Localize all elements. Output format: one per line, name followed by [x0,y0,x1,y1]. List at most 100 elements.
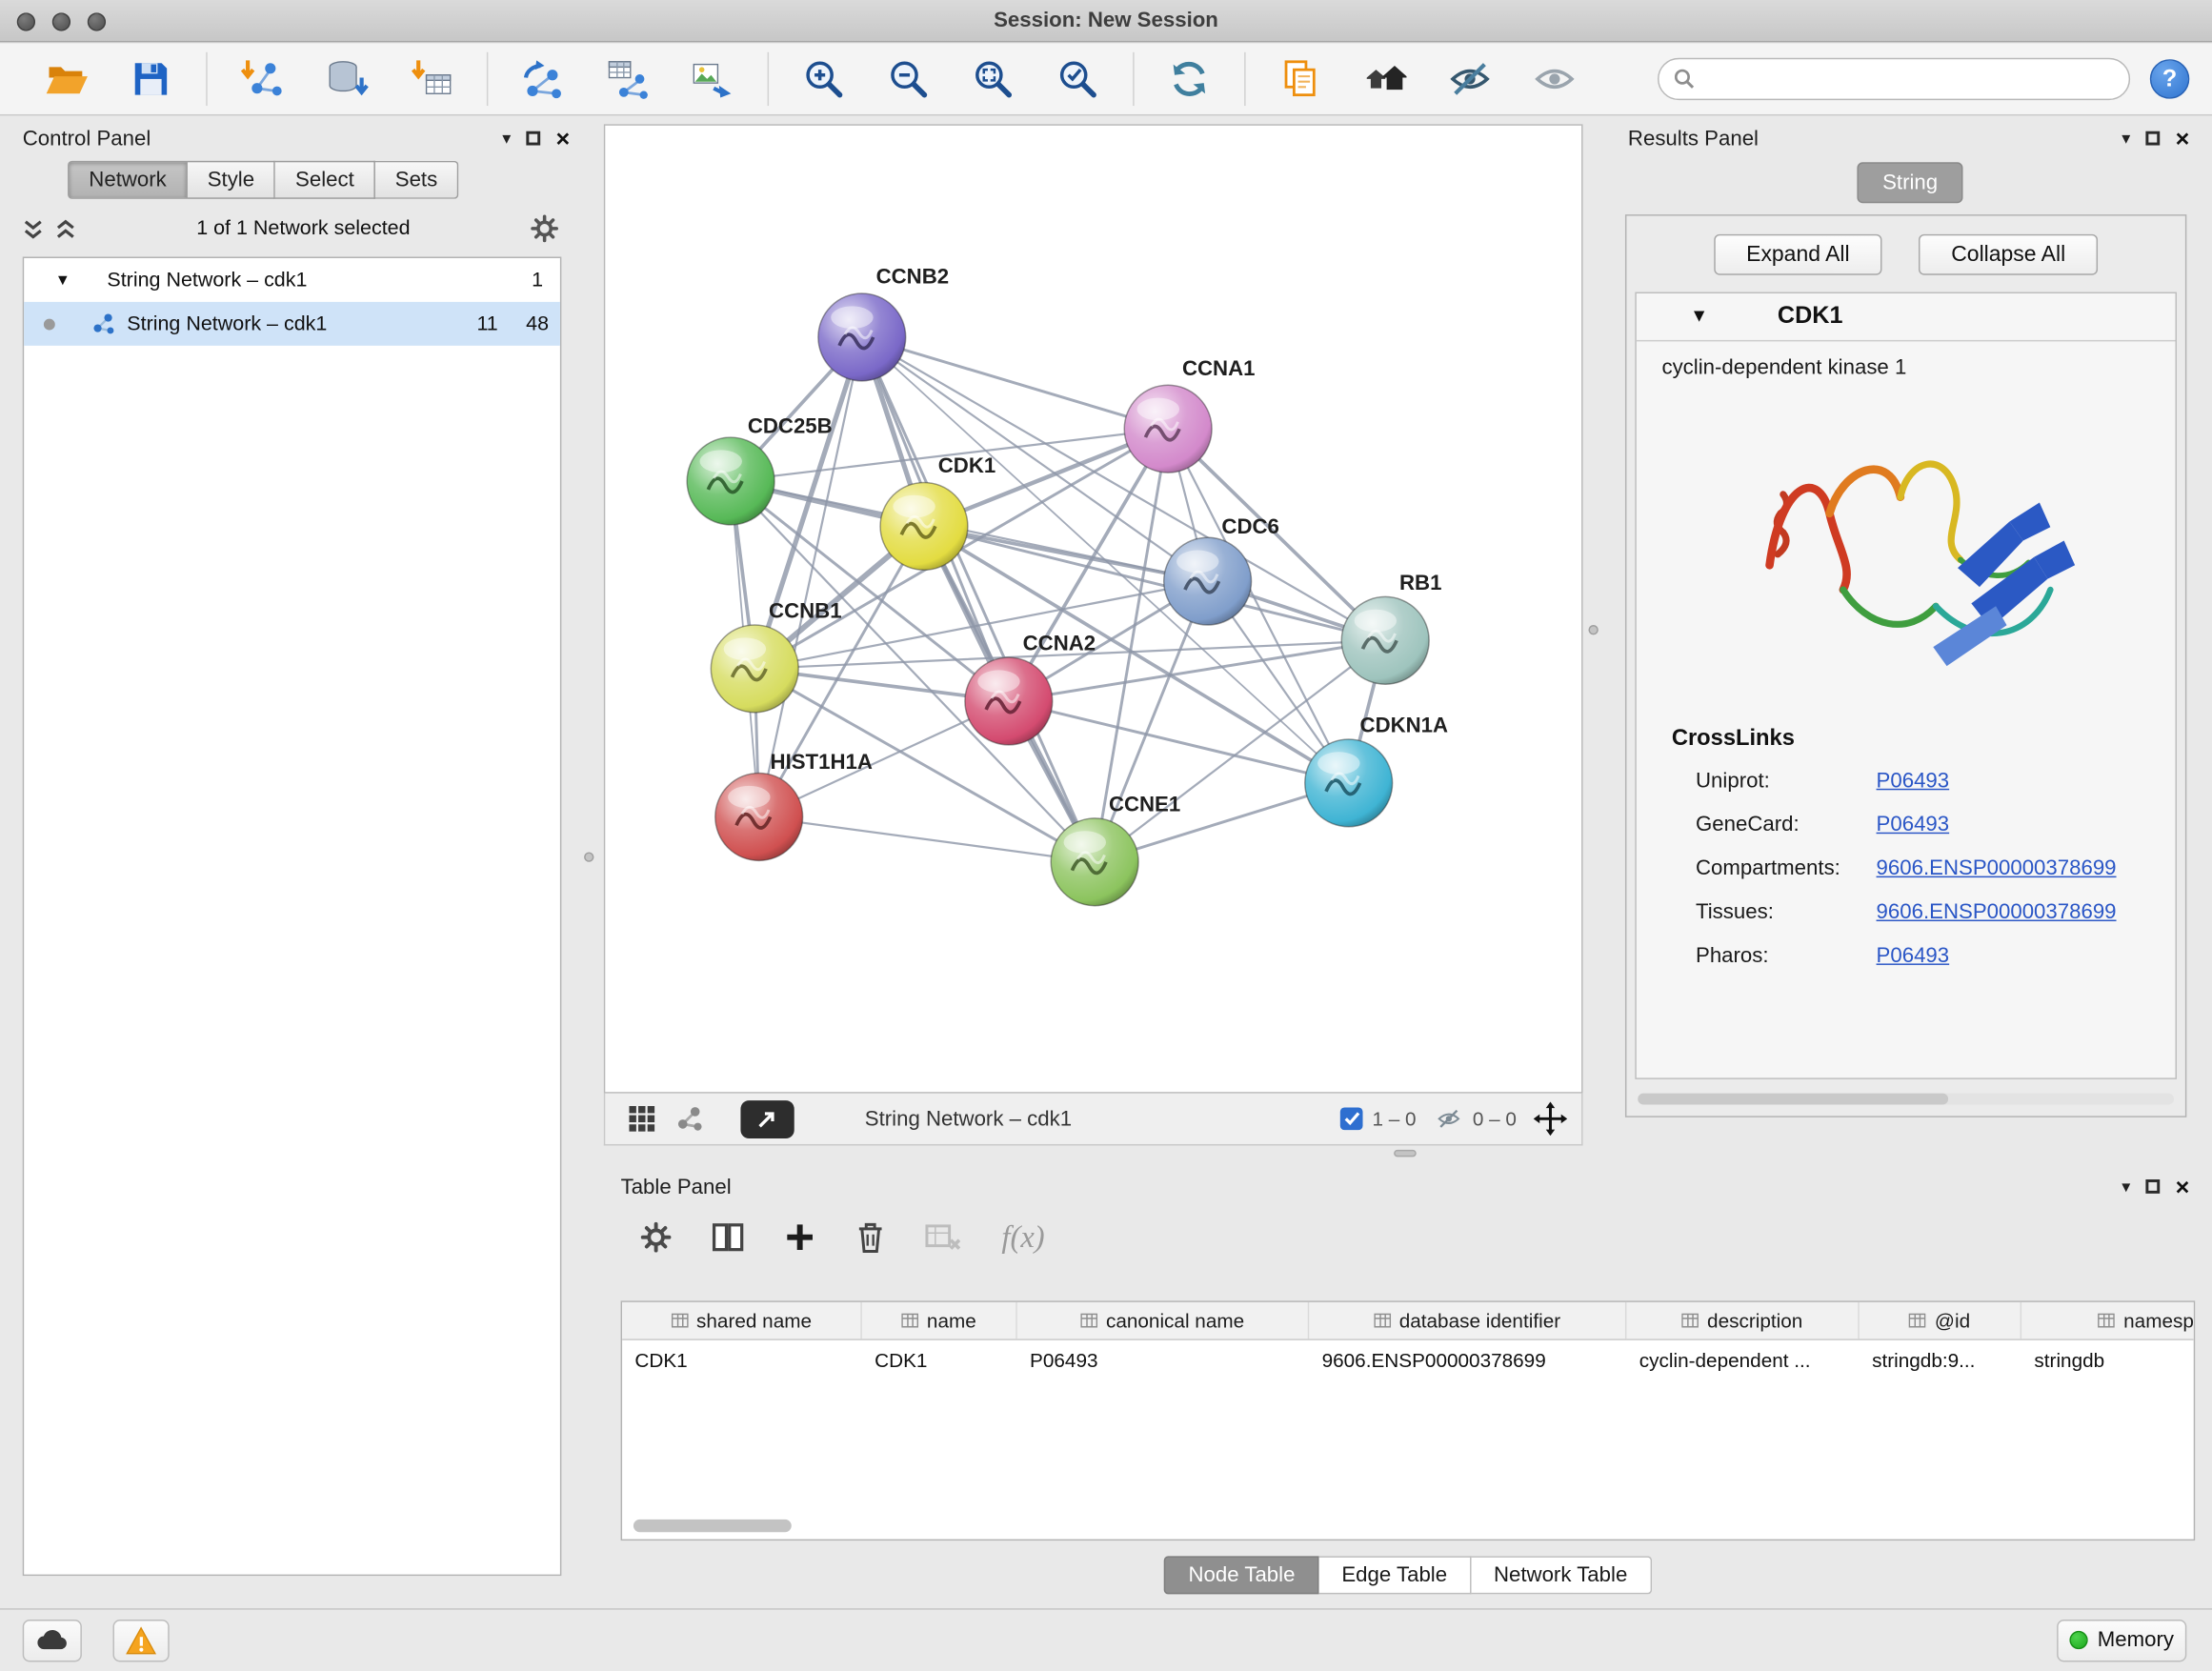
left-splitter-handle[interactable] [584,852,593,861]
home-view-button[interactable] [1352,48,1419,110]
zoom-fit-button[interactable] [959,48,1027,110]
results-panel-float-button[interactable]: ▾ [2122,130,2130,147]
hide-selected-button[interactable] [1437,48,1504,110]
network-node-CDC25B[interactable]: CDC25B [687,414,833,525]
crosslink-link[interactable]: P06493 [1877,768,1950,792]
gear-icon[interactable] [531,214,559,243]
delete-table-button[interactable] [925,1221,962,1253]
results-panel-maximize-button[interactable] [2145,131,2160,146]
table-cell[interactable]: stringdb [2021,1340,2195,1379]
table-panel-float-button[interactable]: ▾ [2122,1178,2130,1196]
crosslink-link[interactable]: 9606.ENSP00000378699 [1877,856,2117,879]
column-header[interactable]: @id [1860,1302,2021,1339]
save-session-button[interactable] [117,48,185,110]
column-header[interactable]: namespace [2021,1302,2195,1339]
collapse-all-icon[interactable] [23,218,44,239]
network-node-CDK1[interactable]: CDK1 [880,453,995,570]
new-network-button[interactable] [510,48,577,110]
protein-collapse-caret-icon[interactable]: ▼ [1690,305,1708,326]
cloud-status-button[interactable] [23,1619,82,1661]
network-node-RB1[interactable]: RB1 [1341,571,1441,684]
network-node-CCNA1[interactable]: CCNA1 [1124,356,1255,473]
network-node-CDKN1A[interactable]: CDKN1A [1305,714,1448,827]
zoom-in-button[interactable] [790,48,857,110]
network-edge[interactable] [862,337,1095,862]
add-column-button[interactable] [784,1221,815,1253]
grid-view-button[interactable] [628,1105,656,1134]
table-horizontal-scrollbar[interactable] [633,1520,792,1532]
table-settings-button[interactable] [640,1221,672,1253]
window-close-traffic-light[interactable] [17,12,35,30]
network-row[interactable]: String Network – cdk1 11 48 [24,302,560,346]
column-header[interactable]: name [862,1302,1017,1339]
right-splitter-handle[interactable] [1588,625,1598,634]
network-overview-button[interactable] [675,1105,704,1134]
show-columns-button[interactable] [711,1220,745,1255]
expand-all-icon[interactable] [55,218,76,239]
open-session-button[interactable] [32,48,100,110]
column-header[interactable]: database identifier [1309,1302,1626,1339]
control-panel-maximize-button[interactable] [526,131,540,146]
network-edge[interactable] [1009,701,1349,783]
table-cell[interactable]: stringdb:9... [1860,1340,2021,1379]
results-scrollbar[interactable] [1638,1094,2174,1105]
new-network-from-table-button[interactable] [593,48,661,110]
tab-edge-table[interactable]: Edge Table [1319,1556,1472,1594]
results-panel-close-button[interactable]: × [2176,127,2190,151]
pan-crosshair-icon[interactable] [1534,1102,1568,1137]
import-table-button[interactable] [398,48,466,110]
network-canvas[interactable]: CCNB2CCNA1CDC25BCDK1CDC6RB1CCNB1CCNA2CDK… [604,124,1583,1093]
table-row[interactable]: CDK1CDK1P064939606.ENSP00000378699cyclin… [622,1340,2194,1379]
network-edge[interactable] [759,337,862,816]
tab-sets[interactable]: Sets [375,161,458,199]
tab-string[interactable]: String [1857,162,1962,203]
table-cell[interactable]: CDK1 [622,1340,862,1379]
table-panel-close-button[interactable]: × [2176,1175,2190,1198]
apply-layout-button[interactable] [1156,48,1223,110]
network-collection-row[interactable]: ▼ String Network – cdk1 1 [24,258,560,302]
tab-select[interactable]: Select [275,161,375,199]
column-header[interactable]: description [1626,1302,1859,1339]
tab-network[interactable]: Network [68,161,188,199]
table-cell[interactable]: cyclin-dependent ... [1626,1340,1859,1379]
function-builder-button[interactable]: f(x) [1001,1218,1044,1256]
window-minimize-traffic-light[interactable] [52,12,70,30]
tab-style[interactable]: Style [188,161,275,199]
expand-all-button[interactable]: Expand All [1714,234,1882,275]
table-panel-maximize-button[interactable] [2145,1179,2160,1194]
new-network-from-image-button[interactable] [678,48,746,110]
search-input[interactable] [1696,68,2115,91]
column-header[interactable]: shared name [622,1302,862,1339]
clone-network-button[interactable] [1267,48,1335,110]
zoom-out-button[interactable] [875,48,942,110]
crosslink-link[interactable]: P06493 [1877,943,1950,967]
tab-node-table[interactable]: Node Table [1164,1556,1318,1594]
bottom-splitter-handle[interactable] [1394,1150,1417,1157]
network-edge[interactable] [862,337,1168,429]
table-cell[interactable]: CDK1 [862,1340,1017,1379]
table-cell[interactable]: 9606.ENSP00000378699 [1309,1340,1626,1379]
network-edge[interactable] [759,816,1095,861]
help-button[interactable]: ? [2150,59,2189,98]
memory-button[interactable]: Memory [2057,1619,2186,1661]
crosslink-link[interactable]: 9606.ENSP00000378699 [1877,899,2117,923]
show-hidden-button[interactable] [1520,48,1588,110]
network-node-HIST1H1A[interactable]: HIST1H1A [715,750,873,860]
tree-caret-icon[interactable]: ▼ [55,272,70,289]
window-zoom-traffic-light[interactable] [88,12,106,30]
detach-view-button[interactable] [740,1099,794,1137]
tab-network-table[interactable]: Network Table [1471,1556,1651,1594]
network-node-CCNB2[interactable]: CCNB2 [818,265,949,381]
warnings-button[interactable] [112,1619,169,1661]
import-network-file-button[interactable] [229,48,296,110]
collapse-all-button[interactable]: Collapse All [1919,234,2098,275]
import-network-database-button[interactable] [313,48,381,110]
delete-column-button[interactable] [855,1220,886,1255]
network-graph[interactable]: CCNB2CCNA1CDC25BCDK1CDC6RB1CCNB1CCNA2CDK… [605,126,1581,1089]
zoom-selected-button[interactable] [1044,48,1112,110]
control-panel-close-button[interactable]: × [556,127,571,151]
control-panel-float-button[interactable]: ▾ [502,130,511,147]
crosslink-link[interactable]: P06493 [1877,812,1950,836]
table-cell[interactable]: P06493 [1017,1340,1310,1379]
column-header[interactable]: canonical name [1017,1302,1310,1339]
